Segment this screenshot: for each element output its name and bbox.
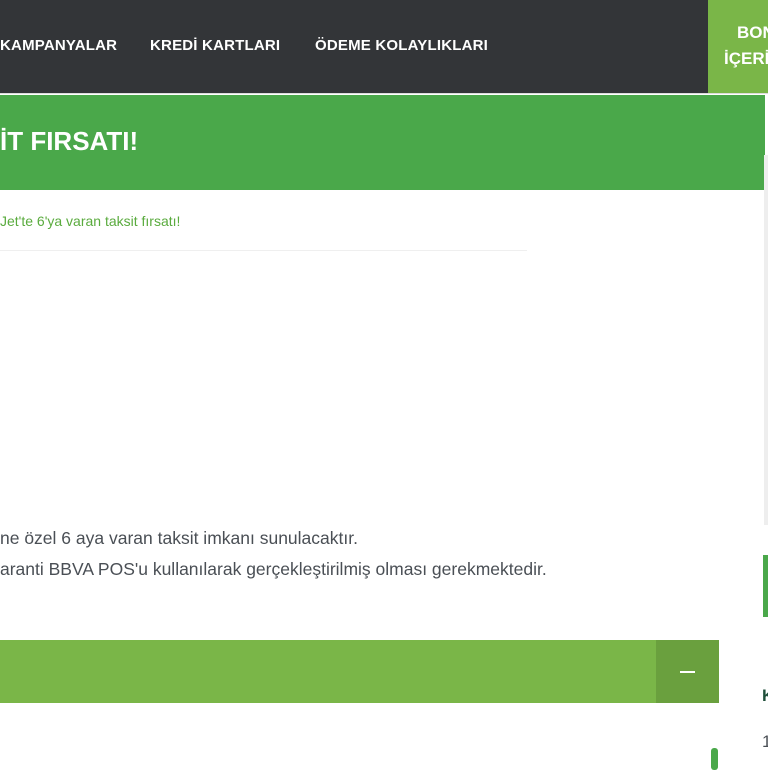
sidebar-green-block [763,555,768,617]
sidebar-panel-edge [764,155,768,525]
nav-divider [0,93,768,94]
content-line-2: aranti BBVA POS'u kullanılarak gerçekleş… [0,559,547,579]
nav-item-kampanyalar[interactable]: KAMPANYALAR [0,36,117,56]
minus-icon [680,671,695,673]
nav-bonus-button[interactable]: BON İÇERİ [708,0,768,93]
content-line-1: ne özel 6 aya varan taksit imkanı sunula… [0,528,358,548]
sidebar-text-fragment: 1 [762,732,768,751]
breadcrumb-current[interactable]: Jet'te 6'ya varan taksit fırsatı! [0,212,180,230]
nav-bonus-line1: BON [737,23,768,42]
scroll-indicator[interactable] [711,748,718,770]
nav-bonus-line2: İÇERİ [724,49,768,68]
accordion-header[interactable] [0,640,719,703]
nav-item-odeme-kolayliklari[interactable]: ÖDEME KOLAYLIKLARI [315,36,488,56]
page-title: İT FIRSATI! [0,126,139,156]
top-navigation: KAMPANYALAR KREDİ KARTLARI ÖDEME KOLAYLI… [0,0,768,93]
accordion-collapse-button[interactable] [656,640,719,703]
nav-item-kredi-kartlari[interactable]: KREDİ KARTLARI [150,36,280,56]
content-divider [0,250,527,251]
sidebar-heading-fragment: K [762,686,768,706]
